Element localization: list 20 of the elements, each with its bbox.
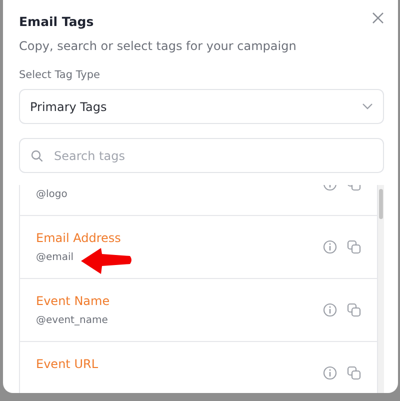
search-field[interactable]: Search tags: [19, 138, 384, 173]
chevron-down-icon: [362, 103, 373, 110]
tag-code: @email: [36, 252, 74, 263]
scrollbar[interactable]: [378, 185, 384, 393]
tag-name: Event Name: [36, 294, 110, 308]
tag-code: @logo: [36, 189, 68, 200]
dialog-subtitle: Copy, search or select tags for your campaign: [19, 39, 298, 53]
tag-name: Email Address: [36, 231, 121, 245]
tag-row[interactable]: @logo: [20, 185, 377, 216]
close-button[interactable]: [370, 10, 386, 26]
field-label: Select Tag Type: [19, 69, 101, 81]
close-icon: [372, 12, 384, 24]
search-icon: [31, 150, 43, 162]
tag-name: Event URL: [36, 356, 98, 370]
tag-type-select[interactable]: Primary Tags: [19, 89, 384, 124]
tag-row[interactable]: Email Address @email: [20, 216, 377, 279]
tag-row[interactable]: Event Name @event_name: [20, 279, 377, 342]
dialog-title: Email Tags: [19, 14, 94, 29]
tag-row[interactable]: Event URL: [20, 342, 377, 393]
tag-code: @event_name: [36, 315, 108, 326]
